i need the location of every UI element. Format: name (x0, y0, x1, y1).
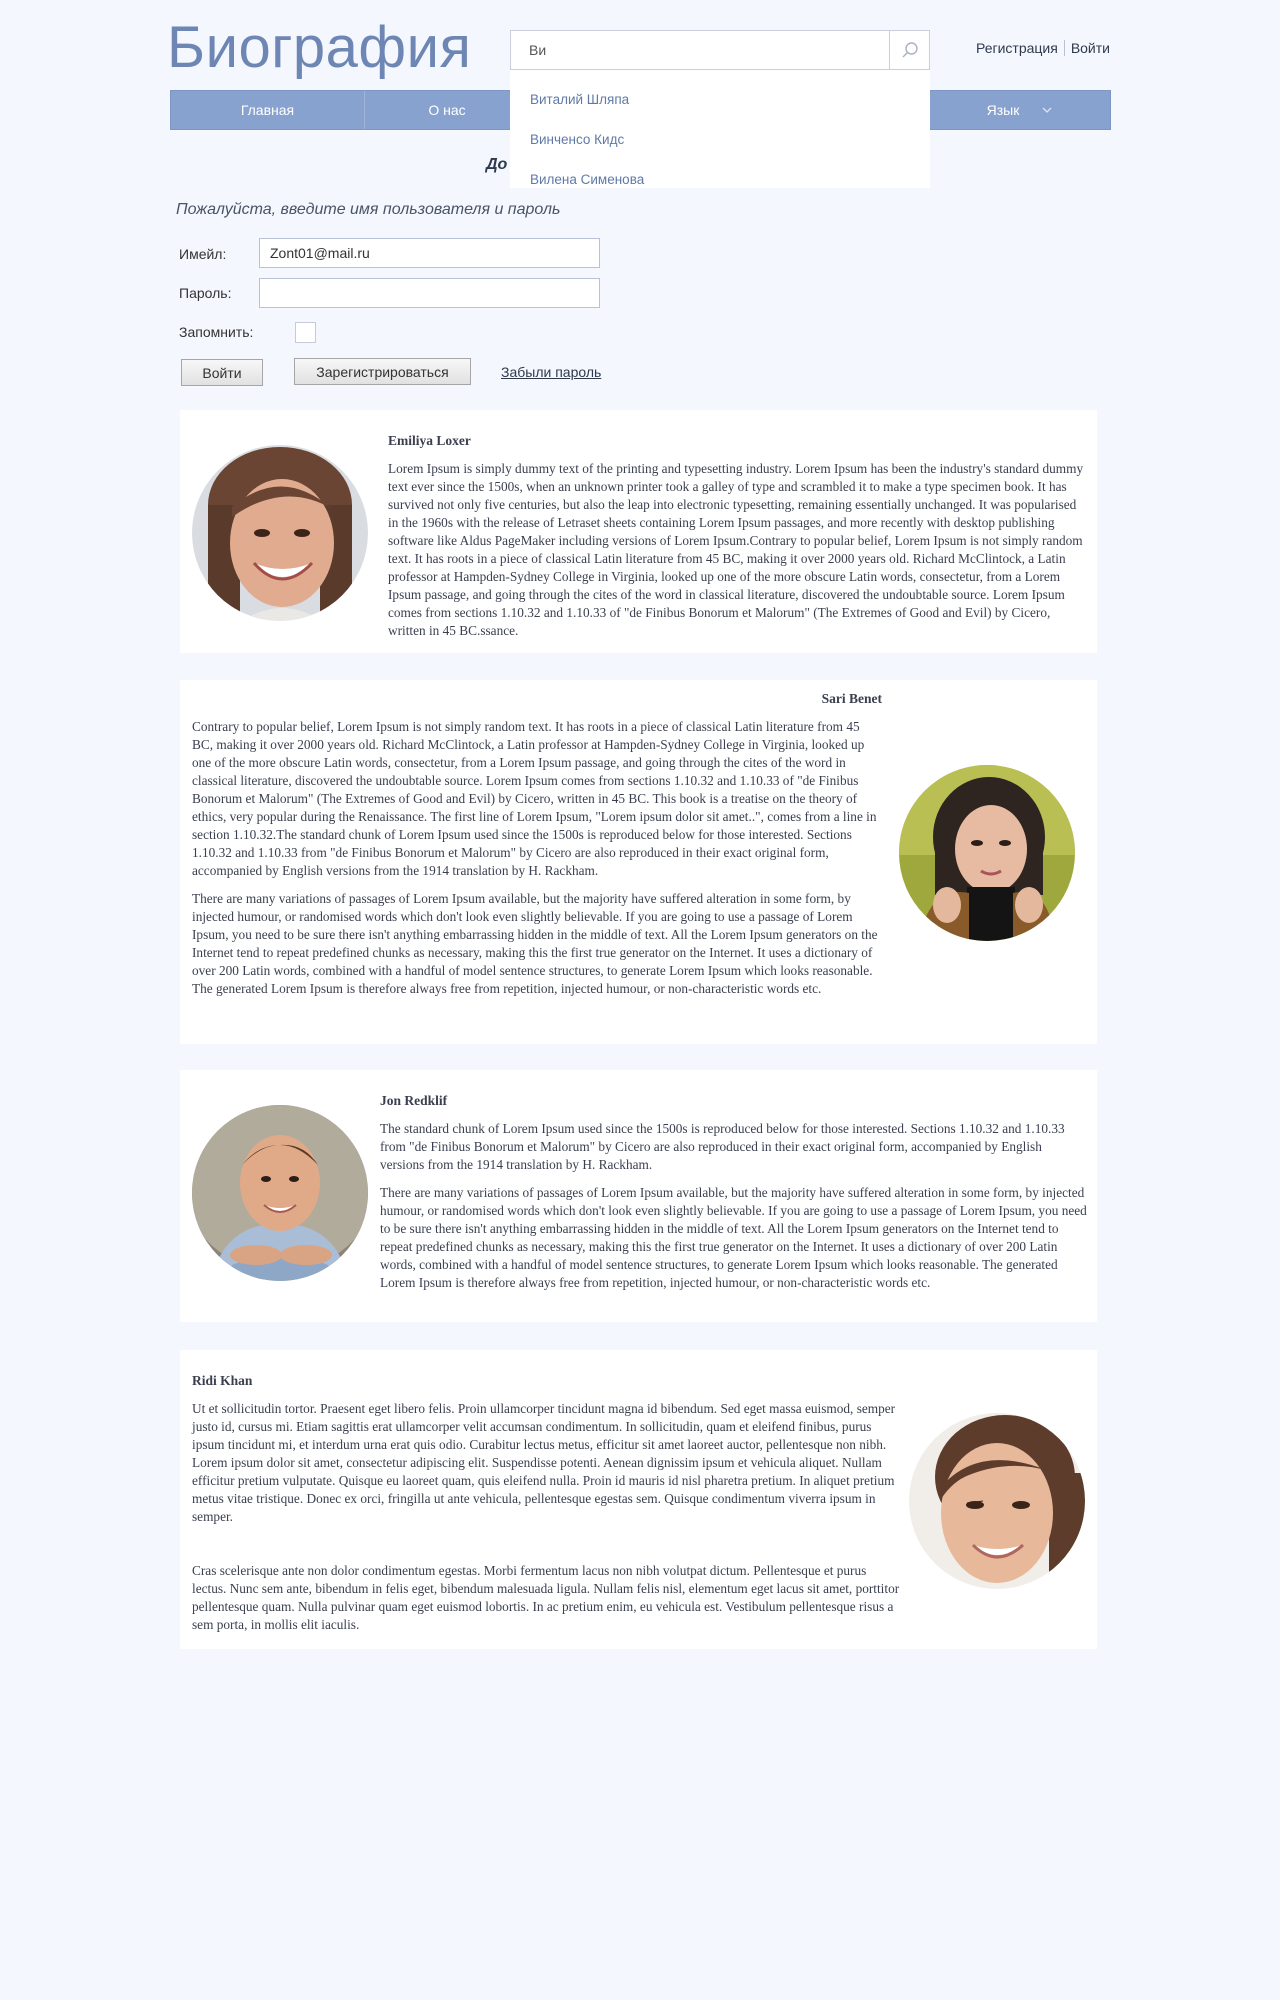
search-suggestions: Виталий Шляпа Винченсо Кидс Вилена Симен… (510, 70, 930, 188)
auth-links: Регистрация Войти (976, 40, 1110, 56)
search-icon (902, 42, 918, 58)
avatar-image (192, 1105, 368, 1281)
suggestion-item[interactable]: Винченсо Кидс (510, 120, 930, 160)
search-input[interactable] (511, 31, 889, 69)
profile-card: Sari Benet Contrary to popular belief, L… (180, 680, 1097, 1044)
avatar-image (899, 765, 1075, 941)
profile-card: Emiliya Loxer Lorem Ipsum is simply dumm… (180, 410, 1097, 653)
login-link[interactable]: Войти (1071, 40, 1110, 56)
nav-item-about[interactable]: О нас (365, 91, 529, 129)
email-label: Имейл: (179, 246, 227, 262)
profile-bio: Cras scelerisque ante non dolor condimen… (192, 1563, 900, 1632)
search-box (510, 30, 930, 70)
profile-name: Emiliya Loxer (388, 433, 471, 448)
login-prompt: Пожалуйста, введите имя пользователя и п… (176, 201, 561, 218)
profile-name: Ridi Khan (192, 1373, 253, 1388)
avatar (192, 1105, 368, 1281)
profile-bio: Ut et sollicitudin tortor. Praesent eget… (192, 1401, 896, 1524)
remember-checkbox[interactable] (295, 322, 316, 343)
login-button[interactable]: Войти (181, 359, 263, 386)
forgot-password-link[interactable]: Забыли пароль (501, 364, 601, 380)
profile-card: Jon Redklif The standard chunk of Lorem … (180, 1070, 1097, 1322)
profile-bio: There are many variations of passages of… (380, 1185, 1087, 1290)
avatar-image (909, 1413, 1085, 1589)
profile-bio: The standard chunk of Lorem Ipsum used s… (380, 1121, 1065, 1172)
search-button[interactable] (889, 31, 929, 69)
avatar (899, 765, 1075, 941)
profile-bio: Contrary to popular belief, Lorem Ipsum … (192, 719, 877, 878)
password-label: Пароль: (179, 285, 232, 301)
avatar (192, 445, 368, 621)
avatar (909, 1413, 1085, 1589)
suggestion-item[interactable]: Вилена Сименова (510, 160, 930, 200)
nav-language-label: Язык (986, 102, 1020, 118)
nav-item-home[interactable]: Главная (171, 91, 364, 129)
profile-card: Ridi Khan Ut et sollicitudin tortor. Pra… (180, 1350, 1097, 1649)
register-button[interactable]: Зарегистрироваться (294, 358, 471, 385)
auth-divider (1063, 40, 1065, 56)
profile-bio: Lorem Ipsum is simply dummy text of the … (388, 461, 1084, 638)
email-field[interactable] (259, 238, 600, 268)
chevron-down-icon (1042, 107, 1052, 113)
page-heading-partial: До (486, 156, 508, 173)
profile-bio: There are many variations of passages of… (192, 891, 878, 996)
remember-label: Запомнить: (179, 324, 254, 340)
profile-name: Sari Benet (821, 691, 882, 706)
suggestion-item[interactable]: Виталий Шляпа (510, 80, 930, 120)
avatar-image (192, 445, 368, 621)
nav-item-language[interactable]: Язык (930, 91, 1110, 129)
profile-name: Jon Redklif (380, 1093, 448, 1108)
site-logo[interactable]: Биография (167, 14, 471, 81)
register-link[interactable]: Регистрация (976, 40, 1058, 56)
password-field[interactable] (259, 278, 600, 308)
